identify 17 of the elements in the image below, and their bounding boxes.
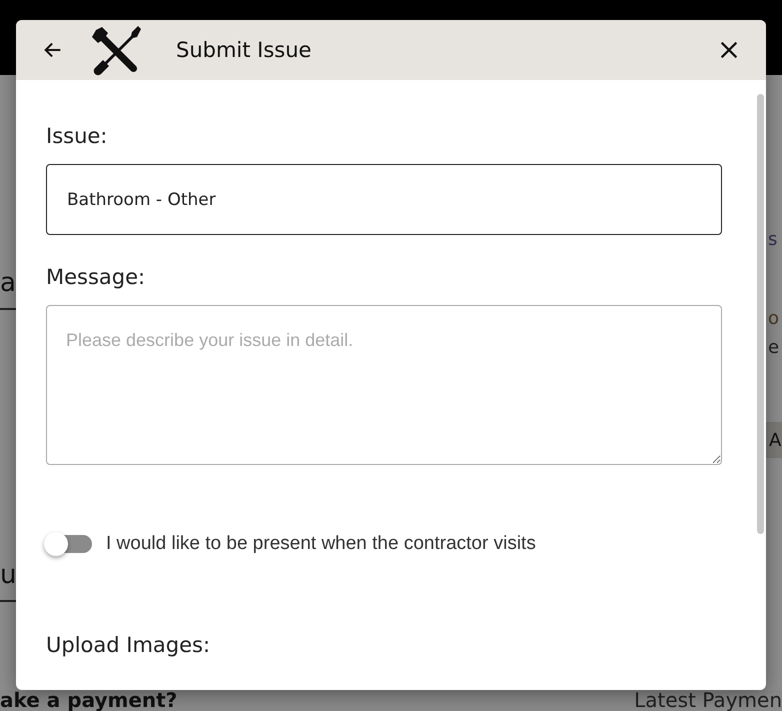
dialog-title: Submit Issue [176,38,312,62]
message-field[interactable]: Please describe your issue in detail. [46,305,722,465]
page-heading: u [0,562,16,588]
section-label: Upload Images: [46,633,212,657]
section-heading: ake a payment? [0,690,178,711]
toggle-switch[interactable] [46,535,92,553]
page-text: e [768,336,780,360]
section-heading: Latest Paymen [634,690,782,711]
page-heading: a [0,270,16,296]
page-button[interactable]: A [766,422,782,458]
page-text: o [768,307,780,331]
field-label: Message: [46,265,146,289]
page-text: s [768,228,778,252]
scrollbar[interactable] [756,94,764,534]
issue-field[interactable]: Bathroom - Other [46,164,722,235]
toggle-label: I would like to be present when the contractor visits [106,533,536,555]
field-label: Issue: [46,124,108,148]
